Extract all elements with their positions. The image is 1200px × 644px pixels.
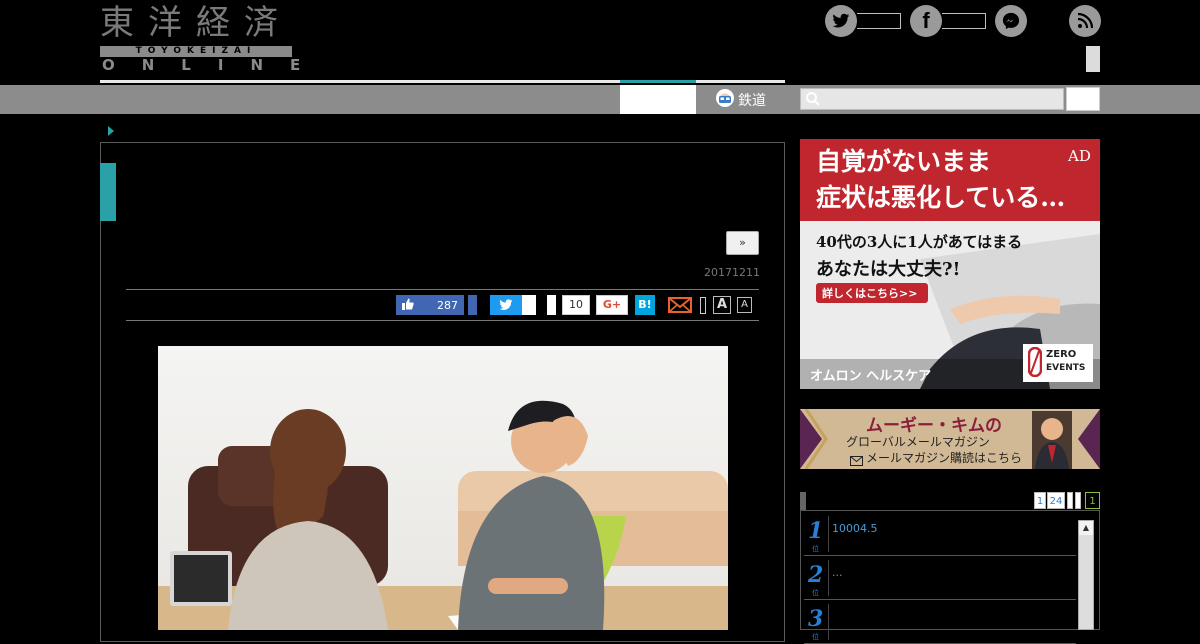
share-count: 10 bbox=[562, 295, 590, 315]
ad-mail-cta: メールマガジン購読はこちら bbox=[866, 451, 1023, 465]
rank-title[interactable]: ... bbox=[832, 566, 843, 579]
rank-divider bbox=[828, 604, 829, 640]
logo-online: ONLINE bbox=[102, 56, 328, 74]
rank-number: 1 bbox=[808, 518, 824, 544]
article-title-marker bbox=[100, 163, 116, 221]
rank-suffix: 位 bbox=[812, 633, 819, 641]
search-button[interactable] bbox=[1066, 87, 1100, 111]
nav-tab-active[interactable] bbox=[620, 85, 696, 114]
ad-omron-sub-2: あなたは大丈夫?! bbox=[816, 259, 961, 280]
share-bar-bottom-rule bbox=[126, 320, 759, 321]
ranking-item[interactable]: 2 位 ... bbox=[804, 556, 1076, 600]
tweet-count bbox=[522, 295, 536, 315]
rank-suffix: 位 bbox=[812, 545, 819, 553]
font-size-toggle[interactable] bbox=[700, 297, 706, 314]
share-button[interactable] bbox=[547, 295, 556, 315]
rank-divider bbox=[828, 560, 829, 596]
facebook-like-button[interactable]: 287 bbox=[396, 295, 464, 315]
article-date: 20171211 bbox=[704, 266, 760, 279]
site-logo[interactable]: 東洋経済 TOYOKEIZAI ONLINE bbox=[100, 3, 328, 74]
ranking-tab-5[interactable]: 1 bbox=[1085, 492, 1100, 509]
font-size-small-button[interactable]: A bbox=[737, 297, 752, 313]
rank-divider bbox=[828, 516, 829, 552]
hatena-bookmark-button[interactable]: B! bbox=[635, 295, 655, 315]
rank-number: 2 bbox=[808, 562, 824, 588]
next-page-button[interactable]: » bbox=[726, 231, 759, 255]
messenger-icon[interactable] bbox=[995, 5, 1027, 37]
ad-omron-advertiser: オムロン ヘルスケア bbox=[810, 369, 932, 384]
nav-item-tetsudo[interactable]: 鉄道 bbox=[700, 85, 785, 114]
article-hero-image bbox=[158, 346, 728, 630]
member-menu-button[interactable] bbox=[1086, 46, 1100, 72]
ad-banner-mailmagazine[interactable]: ムーギー・キムの グローバルメールマガジン メールマガジン購読はこちら bbox=[800, 409, 1100, 469]
ad-mail-subline: グローバルメールマガジン bbox=[846, 435, 990, 449]
ranking-heading-marker bbox=[800, 492, 806, 510]
twitter-follow-count[interactable] bbox=[857, 13, 901, 29]
ranking-tab-24[interactable]: 24 bbox=[1047, 492, 1065, 509]
ad-banner-omron[interactable]: 自覚がないまま 症状は悪化している… AD 40代の3人に1人があてはまる あな… bbox=[800, 139, 1100, 389]
scroll-up-icon[interactable]: ▲ bbox=[1079, 521, 1093, 535]
zero-events-top: ZERO bbox=[1046, 349, 1077, 360]
ad-label: AD bbox=[1068, 147, 1091, 165]
ranking-tab-3[interactable] bbox=[1067, 492, 1073, 509]
ranking-item[interactable]: 1 位 10004.5 bbox=[804, 512, 1076, 556]
rank-suffix: 位 bbox=[812, 589, 819, 597]
facebook-share-button[interactable] bbox=[468, 295, 477, 315]
facebook-icon[interactable]: f bbox=[910, 5, 942, 37]
ranking-scrollbar[interactable] bbox=[1078, 520, 1094, 630]
ranking-item[interactable]: 3 位 bbox=[804, 600, 1076, 644]
ranking-tab-1[interactable]: 1 bbox=[1034, 492, 1046, 509]
like-count: 287 bbox=[437, 298, 458, 312]
ad-omron-headline-2: 症状は悪化している… bbox=[816, 183, 1066, 212]
zero-events-logo-icon bbox=[1027, 346, 1043, 381]
tweet-button[interactable] bbox=[490, 295, 522, 315]
ad-omron-sub-1: 40代の3人に1人があてはまる bbox=[816, 233, 1023, 251]
envelope-icon bbox=[850, 451, 863, 469]
mail-icon[interactable] bbox=[668, 296, 692, 318]
zero-events-bottom: EVENTS bbox=[1046, 363, 1086, 373]
twitter-icon[interactable] bbox=[825, 5, 857, 37]
facebook-like-count[interactable] bbox=[942, 13, 986, 29]
font-size-large-button[interactable]: A bbox=[713, 296, 731, 314]
breadcrumb-arrow-icon bbox=[108, 126, 114, 136]
ranking-tab-4[interactable] bbox=[1075, 492, 1081, 509]
nav-item-label: 鉄道 bbox=[738, 92, 766, 109]
nav-active-accent bbox=[620, 80, 696, 83]
rank-title[interactable]: 10004.5 bbox=[832, 522, 878, 535]
rss-icon[interactable] bbox=[1069, 5, 1101, 37]
google-plus-button[interactable]: G+ bbox=[596, 295, 628, 315]
logo-kanji: 東洋経済 bbox=[100, 3, 292, 43]
twitter-bird-icon bbox=[499, 296, 513, 315]
search-input[interactable] bbox=[800, 88, 1064, 110]
ad-omron-cta[interactable]: 詳しくはこちら>> bbox=[822, 285, 917, 301]
thumbs-up-icon bbox=[402, 298, 414, 313]
rank-number: 3 bbox=[808, 606, 824, 632]
train-icon bbox=[716, 88, 734, 111]
search-icon bbox=[805, 91, 821, 111]
share-bar-top-rule bbox=[126, 289, 759, 290]
ad-omron-headline-1: 自覚がないまま bbox=[816, 147, 992, 176]
